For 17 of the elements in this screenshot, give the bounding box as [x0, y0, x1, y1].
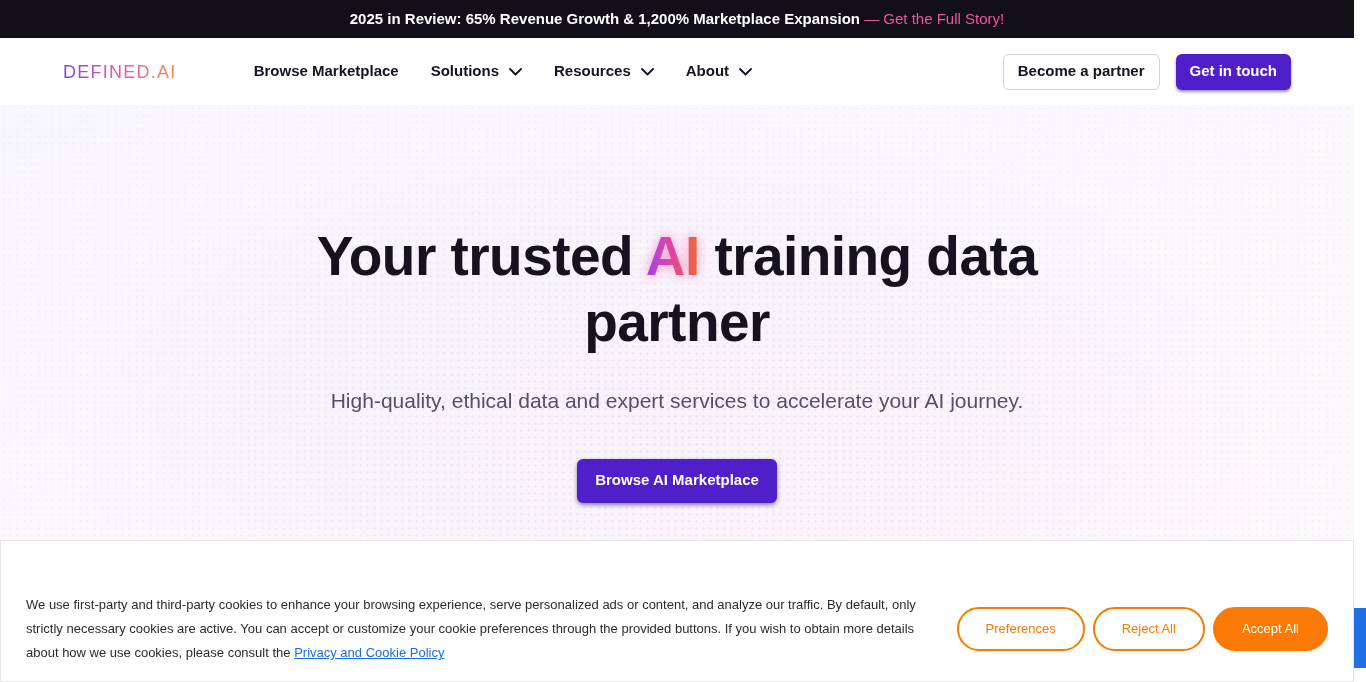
- hero-headline: Your trusted AI training data partner: [315, 224, 1040, 355]
- hero-subtitle: High-quality, ethical data and expert services to accelerate your AI journey.: [330, 388, 1024, 414]
- become-partner-button[interactable]: Become a partner: [1002, 53, 1160, 90]
- cookie-notice-text: We use first-party and third-party cookies to enhance your browsing experience, serve personalized ads or content, and analyze our traffic. By default, only strictly necessary cookies are active. You can accept or customize your cookie preferences through the provided buttons. If you wish to obtain more details about how we use cookies, please consult the Privacy and Cookie Policy: [26, 596, 917, 662]
- chevron-down-icon: [739, 67, 753, 76]
- announcement-text: 2025 in Review: 65% Revenue Growth & 1,200% Marketplace Expansion — Get the Full Story!: [349, 8, 1005, 29]
- nav-link[interactable]: Browse Marketplace: [253, 60, 399, 83]
- full-story-link[interactable]: — Get the Full Story!: [864, 9, 1005, 27]
- nav-dropdown[interactable]: Solutions: [430, 60, 523, 83]
- nav-dropdown[interactable]: Resources: [554, 60, 654, 83]
- privacy-policy-link[interactable]: Privacy and Cookie Policy: [294, 645, 445, 660]
- nav-dropdown[interactable]: About: [685, 60, 753, 83]
- browse-marketplace-button[interactable]: Browse AI Marketplace: [577, 458, 777, 503]
- side-widget-tab[interactable]: [1354, 608, 1366, 668]
- get-in-touch-button[interactable]: Get in touch: [1175, 53, 1291, 90]
- chevron-down-icon: [640, 67, 654, 76]
- chevron-down-icon: [509, 67, 523, 76]
